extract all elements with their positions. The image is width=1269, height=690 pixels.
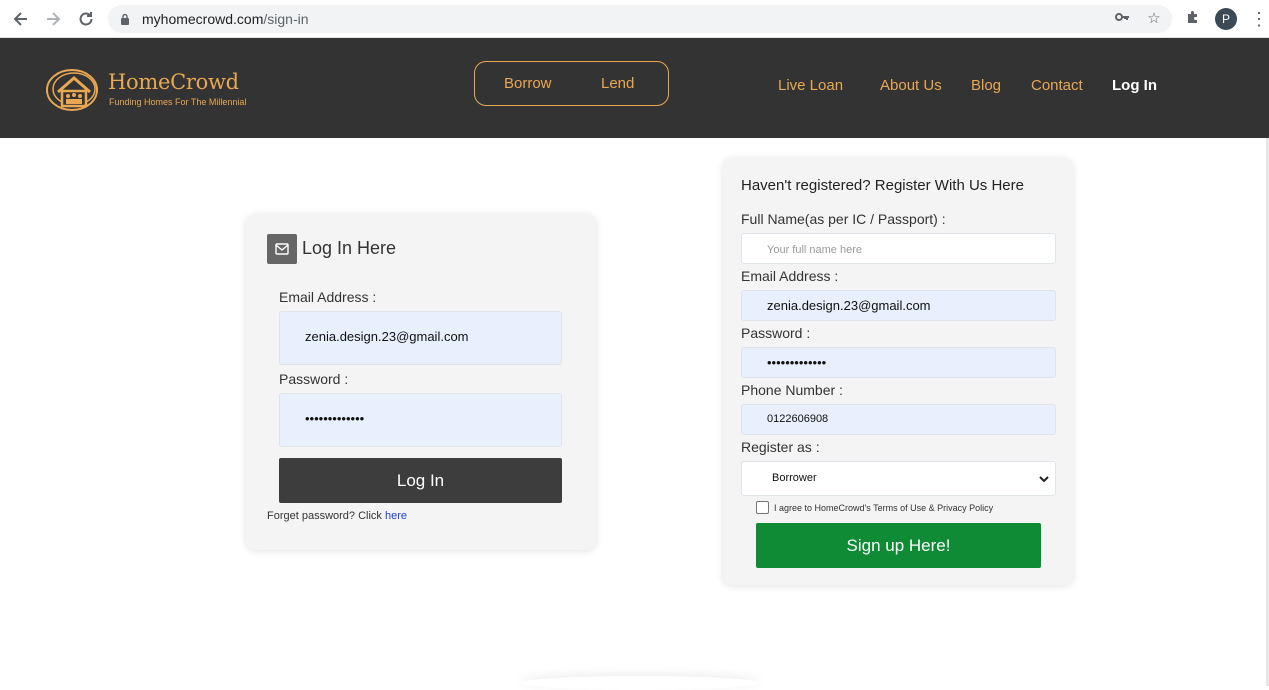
borrow-lend-switch: Borrow Lend	[474, 61, 669, 106]
star-icon[interactable]: ☆	[1144, 9, 1164, 29]
url-text: myhomecrowd.com/sign-in	[142, 11, 309, 27]
forgot-password-text: Forget password? Click here	[267, 510, 408, 522]
footer-edge	[520, 676, 760, 690]
site-header: HomeCrowd Funding Homes For The Millenni…	[0, 38, 1269, 138]
signup-button[interactable]: Sign up Here!	[756, 523, 1041, 568]
chevron-down-icon	[1039, 476, 1049, 483]
register-email-input[interactable]: zenia.design.23@gmail.com	[741, 290, 1056, 321]
nav-live-loan[interactable]: Live Loan	[778, 77, 843, 94]
brand-name: HomeCrowd	[108, 70, 239, 94]
register-as-select[interactable]: Borrower	[741, 461, 1056, 496]
register-email-label: Email Address :	[741, 268, 839, 284]
register-title: Haven't registered? Register With Us Her…	[741, 177, 1024, 194]
login-card: Log In Here Email Address : zenia.design…	[246, 214, 596, 550]
nav-blog[interactable]: Blog	[971, 77, 1001, 94]
fullname-placeholder: Your full name here	[767, 244, 862, 256]
borrow-link[interactable]: Borrow	[504, 75, 552, 92]
register-password-label: Password :	[741, 325, 811, 341]
login-button[interactable]: Log In	[279, 458, 562, 503]
nav-about-us[interactable]: About Us	[880, 77, 942, 94]
key-icon[interactable]	[1112, 9, 1132, 29]
login-email-input[interactable]: zenia.design.23@gmail.com	[279, 311, 562, 365]
register-card: Haven't registered? Register With Us Her…	[723, 158, 1073, 585]
kebab-menu-icon[interactable]: ⋮	[1250, 9, 1268, 29]
fullname-input[interactable]: Your full name here	[741, 233, 1056, 264]
address-bar[interactable]: myhomecrowd.com/sign-in ☆	[108, 5, 1172, 33]
register-as-value: Borrower	[772, 472, 817, 484]
login-title: Log In Here	[302, 238, 397, 258]
lock-icon	[121, 13, 129, 25]
register-password-input[interactable]: •••••••••••••	[741, 347, 1056, 378]
back-arrow-icon[interactable]	[11, 9, 31, 29]
fullname-label: Full Name(as per IC / Passport) :	[741, 211, 946, 227]
login-email-label: Email Address :	[279, 289, 377, 305]
house-logo-icon	[46, 69, 98, 111]
lend-link[interactable]: Lend	[601, 75, 634, 92]
register-as-label: Register as :	[741, 439, 820, 455]
login-password-label: Password :	[279, 371, 349, 387]
forgot-password-link[interactable]: here	[385, 510, 407, 522]
agree-terms-text: I agree to HomeCrowd's Terms of Use & Pr…	[774, 503, 994, 513]
forward-arrow-icon[interactable]	[43, 9, 63, 29]
browser-toolbar: myhomecrowd.com/sign-in ☆ P ⋮	[0, 0, 1269, 38]
brand-tagline: Funding Homes For The Millennial	[109, 97, 247, 107]
phone-label: Phone Number :	[741, 382, 843, 398]
homecrowd-logo[interactable]: HomeCrowd Funding Homes For The Millenni…	[46, 66, 246, 116]
reload-icon[interactable]	[76, 9, 96, 29]
nav-log-in[interactable]: Log In	[1112, 77, 1157, 94]
mail-icon	[267, 234, 297, 264]
profile-avatar[interactable]: P	[1215, 8, 1237, 30]
agree-checkbox[interactable]	[756, 501, 769, 514]
login-password-input[interactable]: •••••••••••••	[279, 393, 562, 447]
puzzle-icon[interactable]	[1183, 9, 1203, 29]
nav-contact[interactable]: Contact	[1031, 77, 1083, 94]
phone-input[interactable]: 0122606908	[741, 404, 1056, 435]
